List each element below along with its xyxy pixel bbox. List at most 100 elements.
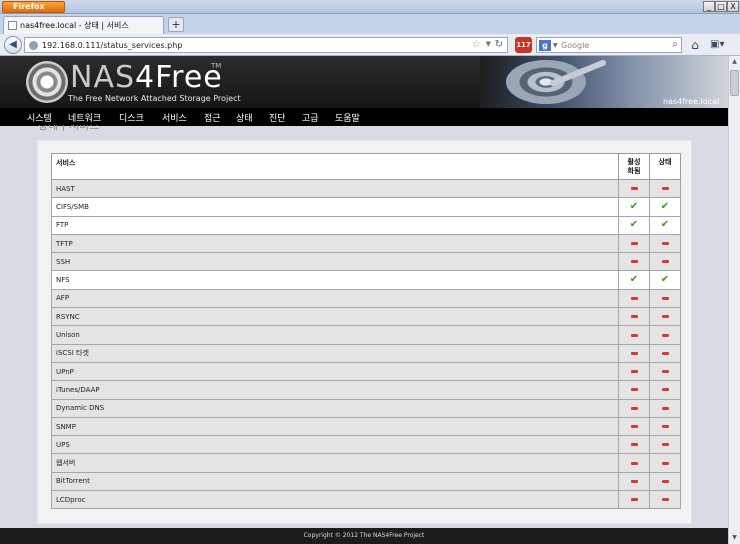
table-row: UPnP — [51, 361, 681, 382]
enabled-cell — [618, 325, 650, 345]
disabled-icon — [630, 260, 638, 264]
navigation-toolbar: ◀ 192.168.0.111/status_services.php ☆ ▼ … — [0, 34, 740, 56]
disabled-icon — [630, 425, 638, 428]
table-row: CIFS/SMB ✔ ✔ — [51, 197, 681, 217]
maximize-button[interactable]: □ — [715, 1, 727, 12]
page-subtitle: 상태 | 서비스 — [38, 125, 99, 131]
scroll-up-icon[interactable]: ▲ — [729, 56, 740, 68]
menu-item-system[interactable]: 시스템 — [27, 111, 52, 124]
disabled-icon — [661, 406, 669, 410]
table-row: SSH — [51, 252, 681, 272]
disabled-icon — [630, 242, 638, 246]
disabled-icon — [630, 388, 638, 392]
site-footer: Copyright © 2012 The NAS4Free Project — [0, 528, 728, 544]
enabled-column-header: 활성 화됨 — [618, 153, 650, 180]
enabled-cell — [618, 398, 650, 418]
service-name: 웹서버 — [51, 453, 619, 473]
home-icon[interactable]: ⌂ — [687, 37, 703, 53]
addon-badge[interactable]: 117 — [515, 37, 532, 53]
service-name: iTunes/DAAP — [51, 380, 619, 400]
tab-title: nas4free.local - 상태 | 서비스 — [20, 21, 129, 30]
vertical-scrollbar[interactable]: ▲ ▼ — [728, 56, 740, 544]
table-row: LCDproc — [51, 490, 681, 510]
status-cell — [649, 398, 681, 418]
menu-item-help[interactable]: 도움말 — [335, 111, 360, 124]
checkmark-icon: ✔ — [660, 274, 670, 286]
table-row: iSCSI 타겟 — [51, 343, 681, 363]
service-name: FTP — [51, 215, 619, 235]
content-panel: 서비스 활성 화됨 상태 HAST CIFS/SMB ✔ ✔ FTP ✔ ✔ TFTP SSH NF… — [37, 140, 692, 524]
checkmark-icon: ✔ — [629, 219, 639, 231]
site-logo[interactable]: NAS4Free — [70, 60, 223, 95]
hostname-label: nas4free.local — [663, 97, 720, 106]
enabled-cell — [618, 416, 650, 437]
browser-tab[interactable]: nas4free.local - 상태 | 서비스 — [3, 16, 164, 34]
disabled-icon — [661, 388, 669, 392]
disabled-icon — [630, 461, 638, 465]
google-engine-icon[interactable]: g — [539, 40, 551, 51]
hard-drive-platter-icon — [506, 60, 586, 104]
enabled-cell — [618, 471, 650, 492]
disabled-icon — [661, 351, 669, 355]
reload-icon[interactable]: ↻ — [495, 39, 503, 50]
disabled-icon — [630, 370, 638, 374]
checkmark-icon: ✔ — [629, 274, 639, 286]
table-row: SNMP — [51, 416, 681, 437]
table-row: BitTorrent — [51, 471, 681, 492]
firefox-menu-button[interactable]: Firefox — [2, 1, 65, 13]
status-cell: ✔ — [649, 215, 681, 235]
service-name: AFP — [51, 288, 619, 309]
status-cell — [649, 252, 681, 272]
disabled-icon — [630, 443, 638, 447]
tab-strip: nas4free.local - 상태 | 서비스 + — [0, 14, 740, 34]
scroll-down-icon[interactable]: ▼ — [729, 532, 740, 544]
disabled-icon — [661, 443, 669, 447]
service-name: LCDproc — [51, 490, 619, 510]
status-cell — [649, 361, 681, 382]
bookmark-star-icon[interactable]: ☆ — [472, 39, 481, 50]
page-viewport: NAS4Free TM The Free Network Attached St… — [0, 56, 728, 544]
menu-item-disks[interactable]: 디스크 — [119, 111, 144, 124]
site-tagline: The Free Network Attached Storage Projec… — [68, 94, 241, 103]
status-cell — [649, 490, 681, 510]
history-dropdown-icon[interactable]: ▼ — [486, 40, 491, 48]
engine-dropdown-icon[interactable]: ▼ — [553, 42, 558, 49]
table-row: iTunes/DAAP — [51, 380, 681, 400]
service-name: BitTorrent — [51, 471, 619, 492]
bookmarks-menu-icon[interactable]: ▣▾ — [710, 37, 732, 53]
arrow-left-icon: ◀ — [9, 39, 17, 50]
window-titlebar: Firefox _ □ X — [0, 0, 740, 14]
disabled-icon — [661, 461, 669, 465]
service-name: HAST — [51, 178, 619, 199]
menu-item-advanced[interactable]: 고급 — [302, 111, 319, 124]
status-cell — [649, 307, 681, 327]
search-input[interactable]: Google — [561, 41, 589, 50]
status-cell: ✔ — [649, 270, 681, 290]
back-button[interactable]: ◀ — [4, 36, 22, 54]
minimize-button[interactable]: _ — [703, 1, 715, 12]
search-bar[interactable]: g ▼ Google ⌕ — [536, 37, 682, 53]
menu-item-status[interactable]: 상태 — [236, 111, 253, 124]
status-cell — [649, 453, 681, 473]
main-menu: 시스템 네트워크 디스크 서비스 접근 상태 진단 고급 도움말 — [0, 108, 728, 126]
service-name: SNMP — [51, 416, 619, 437]
close-window-button[interactable]: X — [727, 1, 739, 12]
menu-item-diagnostics[interactable]: 진단 — [269, 111, 286, 124]
service-name: Unison — [51, 325, 619, 345]
page-icon — [8, 21, 17, 30]
disabled-icon — [661, 425, 669, 428]
status-cell — [649, 435, 681, 455]
menu-item-services[interactable]: 서비스 — [162, 111, 187, 124]
service-name: CIFS/SMB — [51, 197, 619, 217]
scrollbar-thumb[interactable] — [730, 70, 739, 96]
globe-icon — [29, 41, 38, 50]
address-bar[interactable]: 192.168.0.111/status_services.php ☆ ▼ ↻ — [24, 37, 508, 53]
table-row: TFTP — [51, 233, 681, 254]
service-name: SSH — [51, 252, 619, 272]
checkmark-icon: ✔ — [629, 200, 639, 212]
menu-item-access[interactable]: 접근 — [204, 111, 221, 124]
enabled-cell: ✔ — [618, 270, 650, 290]
new-tab-button[interactable]: + — [168, 17, 184, 32]
menu-item-network[interactable]: 네트워크 — [68, 111, 101, 124]
search-icon[interactable]: ⌕ — [672, 39, 678, 50]
